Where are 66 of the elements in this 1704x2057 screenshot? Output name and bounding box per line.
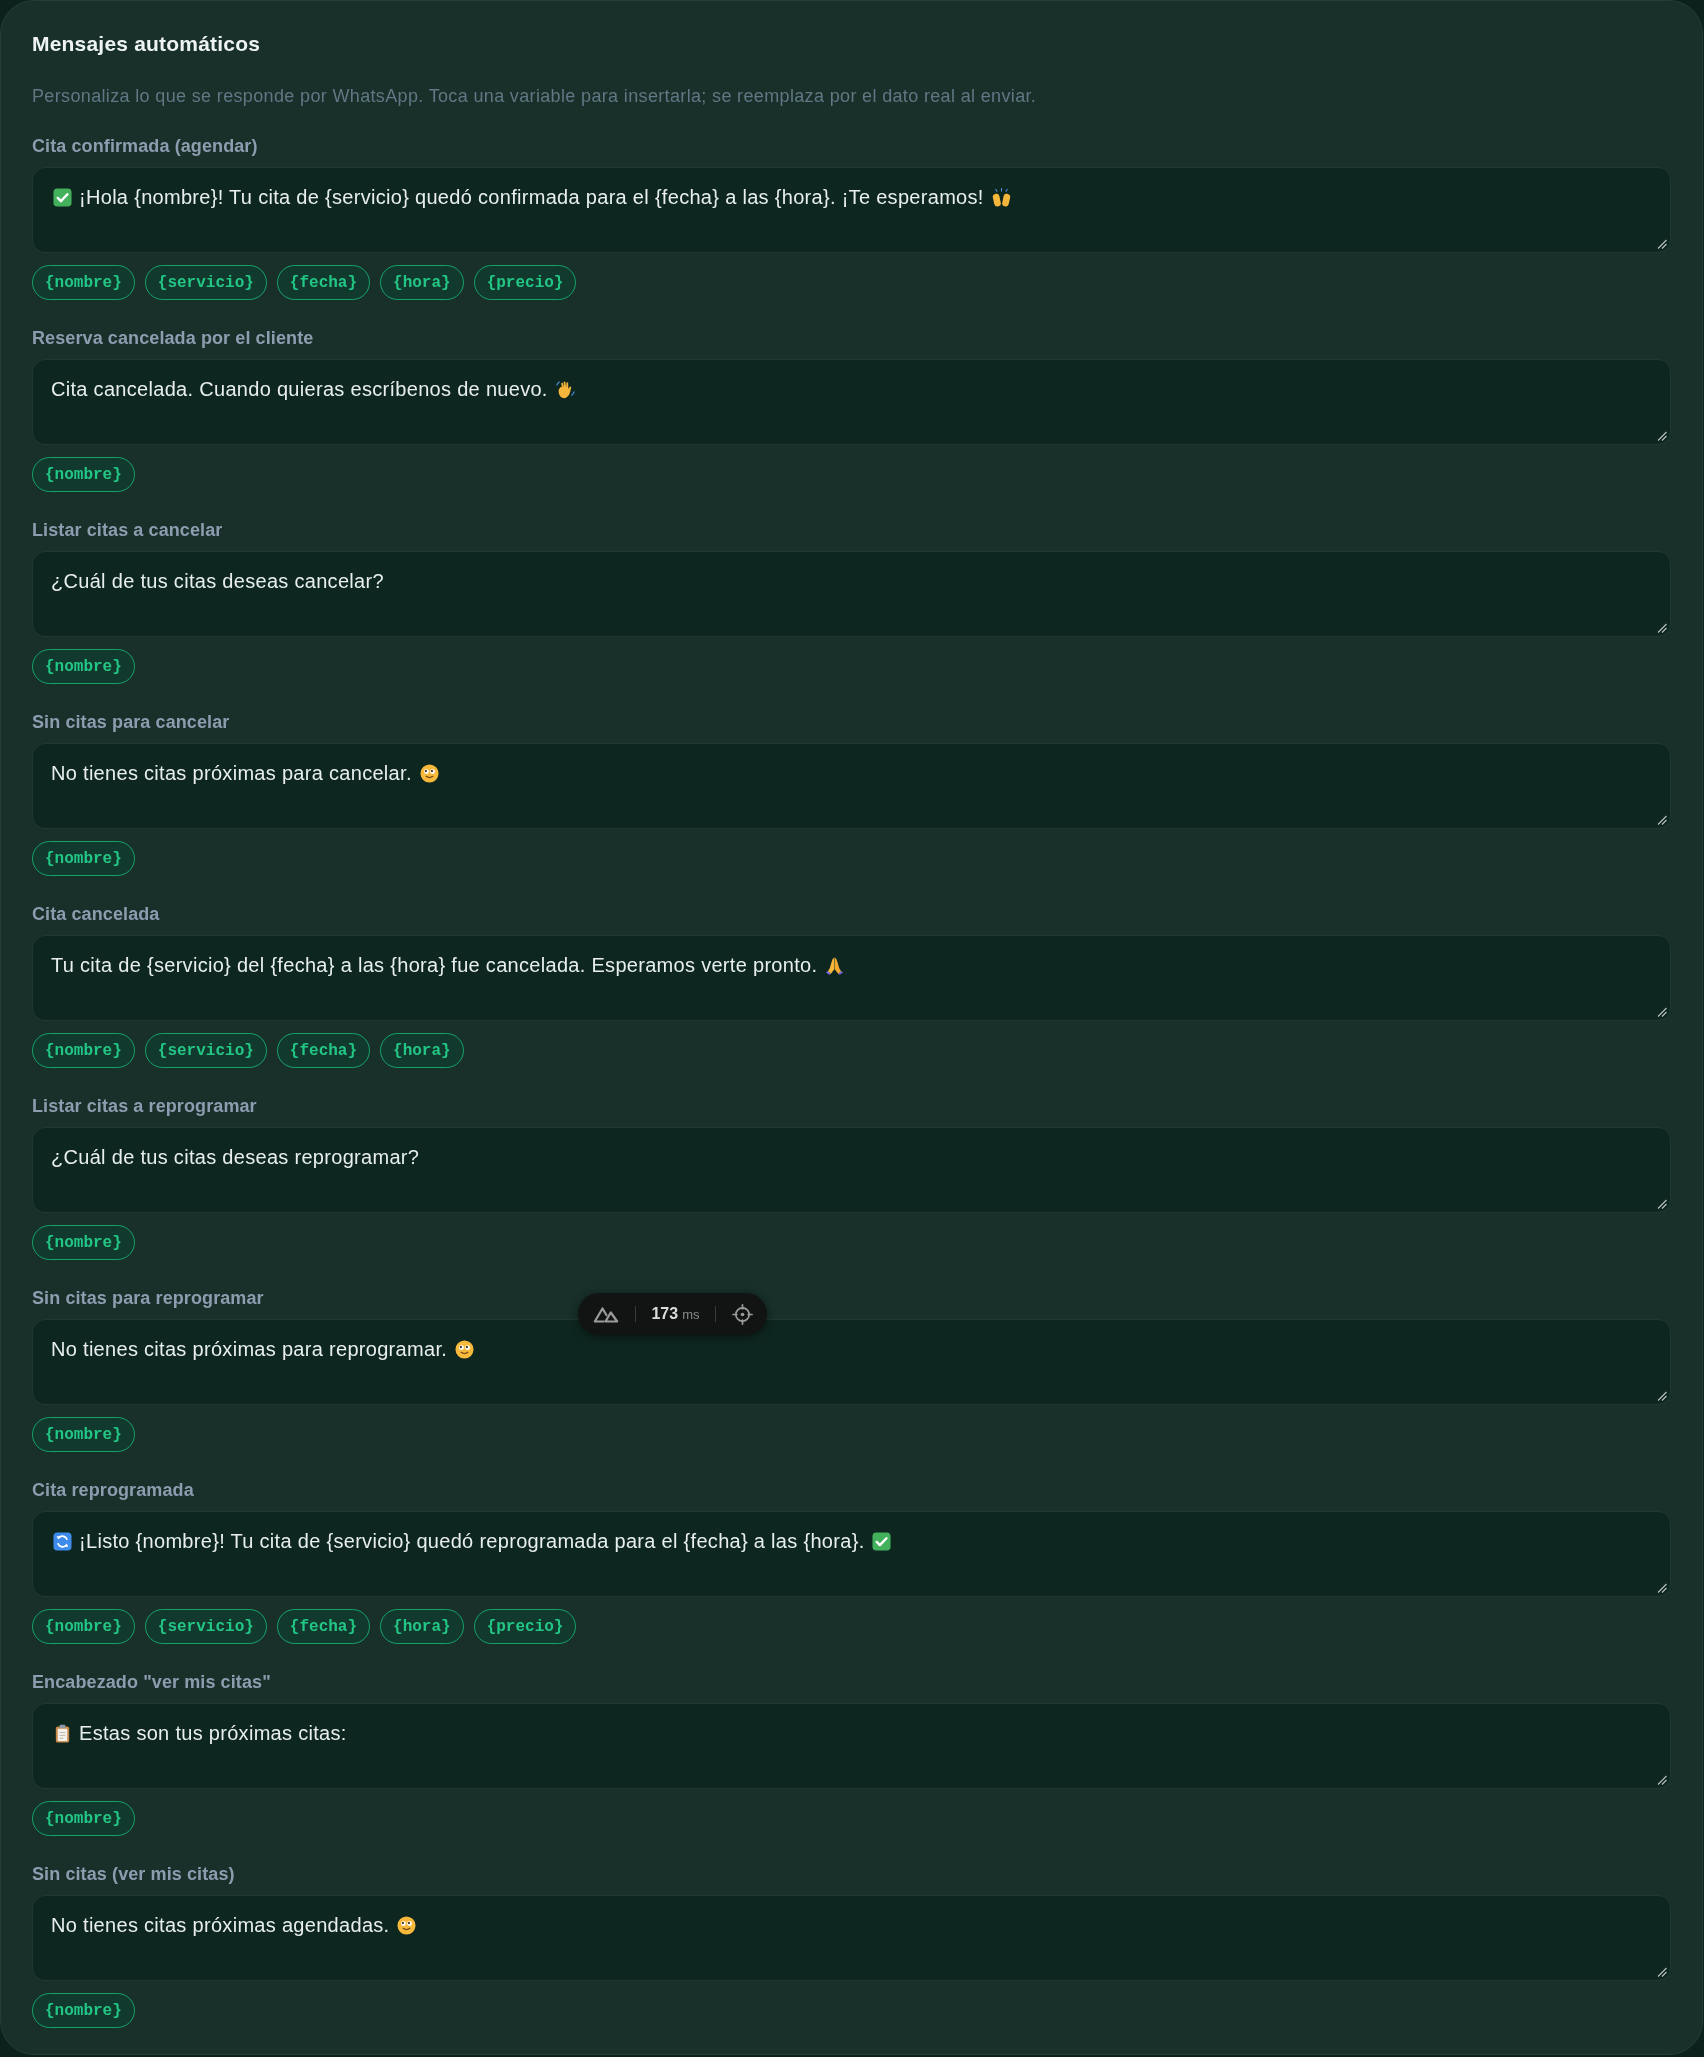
- variable-chip[interactable]: {servicio}: [144, 1609, 267, 1644]
- variable-chip[interactable]: {nombre}: [32, 265, 135, 300]
- resize-grip-icon[interactable]: [1657, 431, 1667, 441]
- variable-chip[interactable]: {nombre}: [32, 457, 135, 492]
- message-field[interactable]: Estas son tus próximas citas:: [32, 1703, 1671, 1789]
- message-field[interactable]: No tienes citas próximas para cancelar.: [32, 743, 1671, 829]
- variable-chip[interactable]: {nombre}: [32, 1993, 135, 2028]
- variable-chip[interactable]: {servicio}: [144, 1033, 267, 1068]
- message-field[interactable]: ¡Hola {nombre}! Tu cita de {servicio} quedó confirmada para el {fecha} a las {hora}. ¡Te esperamos!: [32, 167, 1671, 253]
- smiling-face-icon: [419, 764, 439, 783]
- message-field[interactable]: ¡Listo {nombre}! Tu cita de {servicio} quedó reprogramada para el {fecha} a las {hora}.: [32, 1511, 1671, 1597]
- resize-grip-icon[interactable]: [1657, 1199, 1667, 1209]
- variable-chip[interactable]: {nombre}: [32, 1225, 135, 1260]
- resize-grip-icon[interactable]: [1657, 623, 1667, 633]
- field-label: Listar citas a reprogramar: [32, 1095, 258, 1117]
- refresh-icon: [53, 1532, 72, 1551]
- resize-grip-icon[interactable]: [1657, 1391, 1667, 1401]
- message-field[interactable]: No tienes citas próximas agendadas.: [32, 1895, 1671, 1981]
- variable-chip[interactable]: {nombre}: [32, 649, 135, 684]
- variable-chip[interactable]: {nombre}: [32, 1609, 135, 1644]
- raised-hands-icon: [991, 188, 1011, 207]
- variable-chip[interactable]: {nombre}: [32, 1801, 135, 1836]
- time-unit: ms: [682, 1307, 700, 1322]
- clipboard-icon: [53, 1724, 72, 1743]
- resize-grip-icon[interactable]: [1657, 815, 1667, 825]
- variable-chip[interactable]: {nombre}: [32, 1033, 135, 1068]
- panel-description: Personaliza lo que se responde por WhatsApp. Toca una variable para insertarla; se reemplaza por el dato real al enviar.: [32, 85, 1038, 108]
- variable-chip[interactable]: {precio}: [473, 1609, 577, 1644]
- mountain-icon[interactable]: [593, 1305, 619, 1323]
- message-field[interactable]: Cita cancelada. Cuando quieras escríbenos de nuevo.: [32, 359, 1671, 445]
- resize-grip-icon[interactable]: [1657, 1775, 1667, 1785]
- smiling-face-icon: [455, 1340, 475, 1359]
- field-label: Cita reprogramada: [32, 1479, 195, 1501]
- field-label: Encabezado "ver mis citas": [32, 1671, 272, 1693]
- target-icon[interactable]: [732, 1303, 753, 1325]
- variable-chip[interactable]: {precio}: [473, 265, 577, 300]
- variable-chip[interactable]: {hora}: [380, 265, 464, 300]
- field-label: Cita confirmada (agendar): [32, 135, 259, 157]
- smiling-face-icon: [397, 1916, 417, 1935]
- variable-chip[interactable]: {servicio}: [144, 265, 267, 300]
- field-label: Sin citas para reprogramar: [32, 1287, 265, 1309]
- variable-chip[interactable]: {fecha}: [276, 1033, 371, 1068]
- waving-hand-icon: [555, 380, 575, 399]
- resize-grip-icon[interactable]: [1657, 1967, 1667, 1977]
- message-field[interactable]: ¿Cuál de tus citas deseas reprogramar?: [32, 1127, 1671, 1213]
- variable-chip[interactable]: {hora}: [380, 1609, 464, 1644]
- message-field[interactable]: ¿Cuál de tus citas deseas cancelar?: [32, 551, 1671, 637]
- checkmark-box-icon: [872, 1532, 892, 1551]
- variable-chip[interactable]: {nombre}: [32, 1417, 135, 1452]
- field-label: Sin citas (ver mis citas): [32, 1863, 236, 1885]
- field-label: Sin citas para cancelar: [32, 711, 231, 733]
- checkmark-box-icon: [53, 188, 72, 207]
- folded-hands-icon: [825, 956, 845, 975]
- variable-chip[interactable]: {fecha}: [276, 1609, 371, 1644]
- resize-grip-icon[interactable]: [1657, 1583, 1667, 1593]
- variable-chip[interactable]: {nombre}: [32, 841, 135, 876]
- variable-chip[interactable]: {fecha}: [276, 265, 371, 300]
- resize-grip-icon[interactable]: [1657, 1007, 1667, 1017]
- message-field[interactable]: Tu cita de {servicio} del {fecha} a las {hora} fue cancelada. Esperamos verte pronto.: [32, 935, 1671, 1021]
- field-label: Reserva cancelada por el cliente: [32, 327, 315, 349]
- resize-grip-icon[interactable]: [1657, 239, 1667, 249]
- field-label: Listar citas a cancelar: [32, 519, 224, 541]
- variable-chip[interactable]: {hora}: [380, 1033, 464, 1068]
- field-label: Cita cancelada: [32, 903, 161, 925]
- message-field[interactable]: No tienes citas próximas para reprogramar.: [32, 1319, 1671, 1405]
- panel-title: Mensajes automáticos: [32, 31, 262, 57]
